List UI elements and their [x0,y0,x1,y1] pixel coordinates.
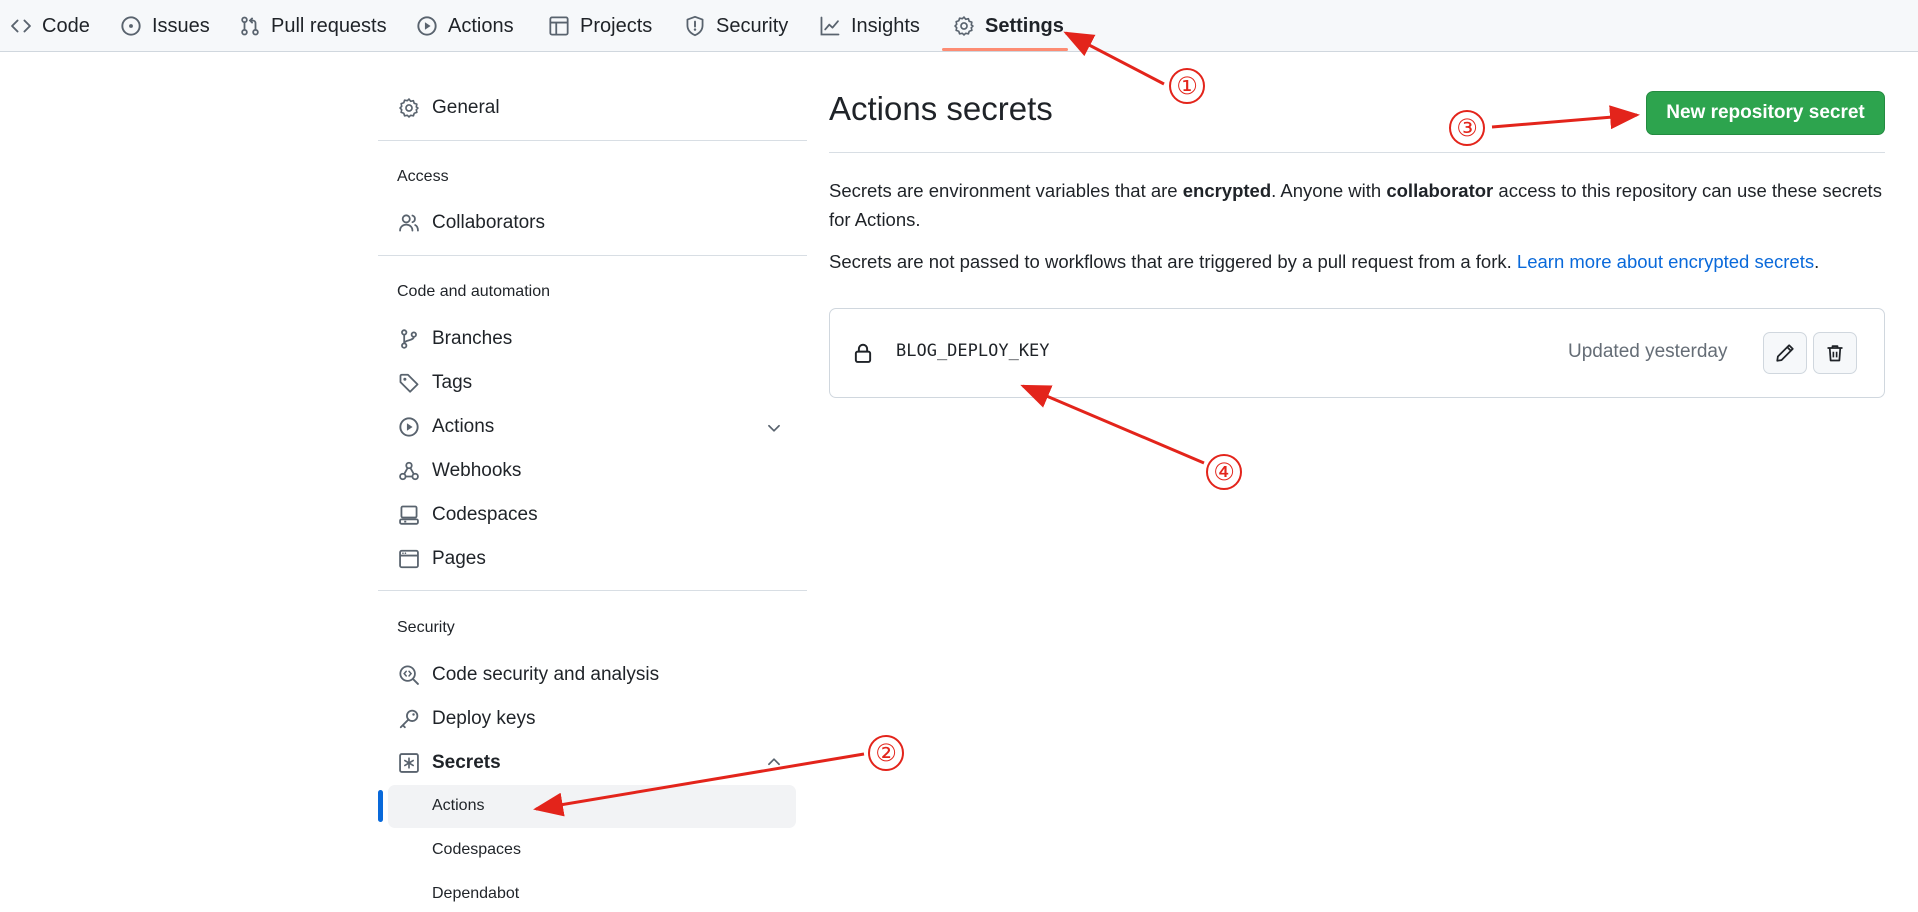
tab-settings[interactable]: Settings [953,0,1064,52]
sidebar-item-actions[interactable]: Actions [398,409,494,445]
sidebar-item-label: Webhooks [432,460,522,481]
gear-icon [399,98,419,118]
sidebar-item-branches[interactable]: Branches [398,321,512,357]
sidebar-item-tags[interactable]: Tags [398,365,472,401]
tab-label: Code [42,14,90,37]
tab-label: Settings [985,14,1064,37]
sidebar-item-label: General [432,97,500,118]
sidebar-item-label: Codespaces [432,504,538,525]
sidebar-item-secrets[interactable]: Secrets [398,745,501,781]
secret-name: BLOG_DEPLOY_KEY [896,341,1050,361]
sidebar-item-codespaces[interactable]: Codespaces [398,497,538,533]
browser-icon [399,549,419,569]
key-icon [399,709,419,729]
lock-icon [854,343,872,363]
issue-icon [121,16,141,36]
webhook-icon [399,461,419,481]
tab-label: Security [716,14,789,37]
codescan-icon [399,665,419,685]
tab-label: Actions [448,14,514,37]
tab-label: Pull requests [271,14,387,37]
sidebar-heading-code-automation: Code and automation [397,283,550,300]
tab-label: Insights [851,14,920,37]
code-icon [11,19,31,33]
tab-label: Issues [152,14,210,37]
description-bold: collaborator [1386,180,1494,201]
sidebar-heading-access: Access [397,168,449,185]
tab-pull-requests[interactable]: Pull requests [239,0,387,52]
new-repository-secret-button[interactable]: New repository secret [1646,91,1885,135]
annotation-marker-2: ② [868,735,904,771]
edit-secret-button[interactable] [1763,332,1807,374]
description-text: . Anyone with [1271,180,1387,201]
sidebar-item-collaborators[interactable]: Collaborators [398,205,545,241]
annotation-marker-4: ④ [1206,454,1242,490]
sidebar-item-label: Secrets [432,752,501,773]
tab-security[interactable]: Security [684,0,788,52]
sidebar-divider [378,255,807,256]
gear-icon [954,16,974,36]
sidebar-item-label: Actions [432,416,495,437]
annotation-arrow-3 [1491,105,1640,130]
tag-icon [399,373,419,393]
pull-request-icon [241,16,259,36]
secret-updated: Updated yesterday [1568,341,1728,362]
tab-code[interactable]: Code [10,0,90,52]
description-paragraph: Secrets are environment variables that a… [829,176,1889,234]
annotation-marker-3: ③ [1449,110,1485,146]
selected-tab-underline [942,48,1068,51]
codespaces-icon [399,505,419,525]
sidebar-item-label: Tags [432,372,473,393]
pencil-icon [1776,344,1794,362]
table-icon [549,16,569,36]
sidebar-subitem-actions[interactable]: Actions [432,788,484,824]
trash-icon [1827,345,1843,362]
chevron-up-icon[interactable] [765,753,783,771]
play-icon [399,417,419,437]
sidebar-subitem-dependabot[interactable]: Dependabot [432,876,519,912]
learn-more-link[interactable]: Learn more about encrypted secrets [1517,251,1814,272]
asterisk-icon [399,753,419,773]
tab-projects[interactable]: Projects [548,0,652,52]
title-divider [829,152,1885,153]
people-icon [399,214,419,232]
sidebar-item-label: Pages [432,548,486,569]
play-icon [417,16,437,36]
fork-note-text: Secrets are not passed to workflows that… [829,251,1517,272]
fork-note-end: . [1814,251,1820,272]
tab-insights[interactable]: Insights [819,0,920,52]
sidebar-item-label: Branches [432,328,513,349]
sidebar-item-deploy-keys[interactable]: Deploy keys [398,701,536,737]
tab-actions[interactable]: Actions [416,0,514,52]
fork-note-paragraph: Secrets are not passed to workflows that… [829,247,1889,276]
active-item-indicator [378,790,383,822]
sidebar-item-label: Code security and analysis [432,664,660,685]
sidebar-divider [378,140,807,141]
sidebar-heading-security: Security [397,619,455,636]
repo-nav: Code Issues Pull requests Actions Projec… [0,0,1918,52]
sidebar-item-pages[interactable]: Pages [398,541,486,577]
tab-label: Projects [580,14,653,37]
sidebar-item-code-security[interactable]: Code security and analysis [398,657,659,693]
sidebar-divider [378,590,807,591]
sidebar-item-general[interactable]: General [398,90,500,126]
sidebar-subitem-codespaces[interactable]: Codespaces [432,832,521,868]
shield-icon [686,15,704,37]
description-text: Secrets are environment variables that a… [829,180,1183,201]
tab-issues[interactable]: Issues [120,0,210,52]
graph-icon [820,16,840,36]
page-title: Actions secrets [829,90,1053,127]
chevron-down-icon[interactable] [765,419,783,437]
branch-icon [401,329,417,349]
annotation-marker-1: ① [1169,68,1205,104]
annotation-arrows [533,31,1640,817]
delete-secret-button[interactable] [1813,332,1857,374]
description-bold: encrypted [1182,180,1272,201]
sidebar-item-label: Collaborators [432,212,545,233]
sidebar-item-label: Deploy keys [432,708,536,729]
sidebar-item-webhooks[interactable]: Webhooks [398,453,521,489]
